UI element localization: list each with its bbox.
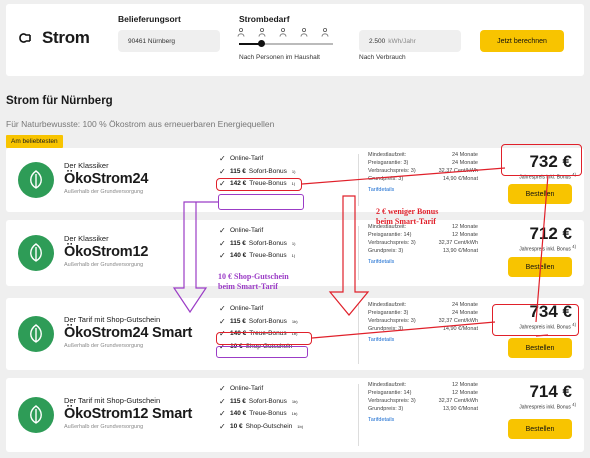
annotation-arrows [172,167,549,339]
purple-note: 10 € Shop-Gutschein beim Smart-Tarif [218,272,289,291]
red-note: 2 € weniger Bonus beim Smart-Tarif [376,207,439,226]
